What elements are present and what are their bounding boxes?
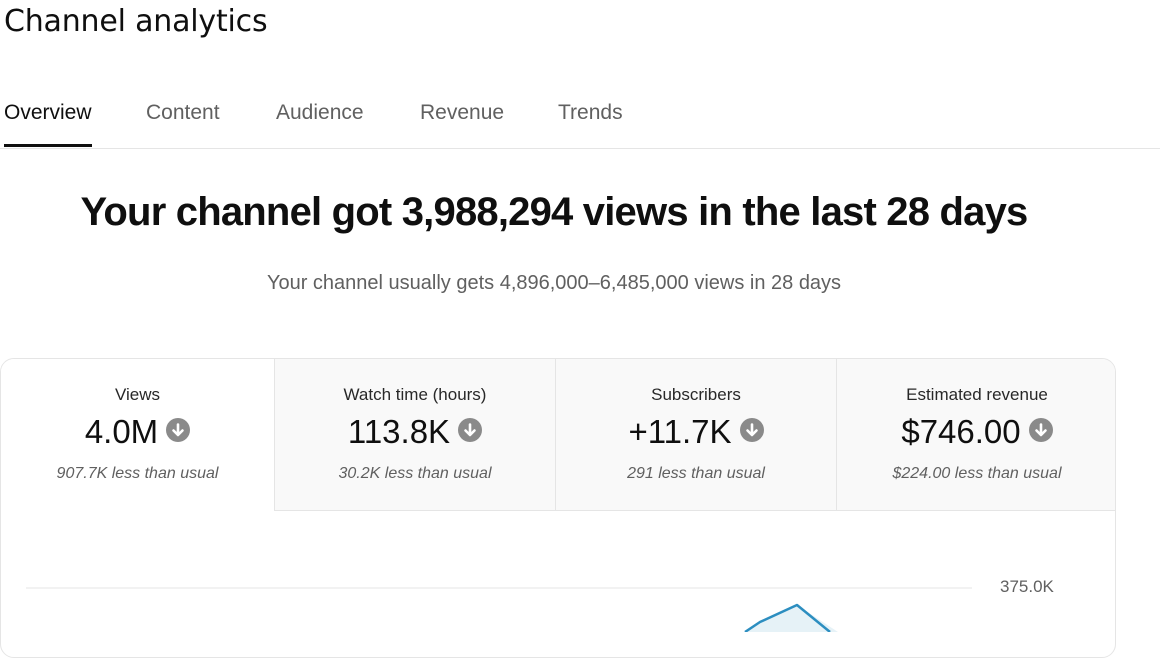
metric-label: Subscribers [651,385,741,404]
tab-audience[interactable]: Audience [276,96,364,146]
views-line-chart [26,587,972,632]
metric-label: Views [114,385,161,404]
metric-value: $746.00 [901,413,1021,450]
metric-card-watch-time[interactable]: Watch time (hours) 113.8K 30.2K less tha… [274,359,555,511]
metric-delta: $224.00 less than usual [892,465,1062,482]
arrow-down-circle-icon [166,418,191,442]
metric-value: +11.7K [628,413,732,450]
metric-delta: 30.2K less than usual [338,465,492,482]
metric-value: 113.8K [347,413,451,450]
tab-bar: Overview Content Audience Revenue Trends [0,96,1160,149]
arrow-down-circle-icon [1028,418,1053,442]
metric-card-subscribers[interactable]: Subscribers +11.7K 291 less than usual [555,359,836,511]
metric-label: Watch time (hours) [343,385,487,404]
metric-value: 4.0M [84,413,159,450]
metric-card-estimated-revenue[interactable]: Estimated revenue $746.00 $224.00 less t… [836,359,1115,511]
views-headline: Your channel got 3,988,294 views in the … [80,190,1029,234]
arrow-down-circle-icon [458,418,483,442]
views-typical-range: Your channel usually gets 4,896,000–6,48… [266,272,842,294]
metric-label: Estimated revenue [906,385,1048,404]
metric-delta: 291 less than usual [627,465,765,482]
page-title: Channel analytics [4,4,268,39]
chart-y-tick-label: 375.0K [1000,577,1054,596]
metric-delta: 907.7K less than usual [56,465,219,482]
tab-trends[interactable]: Trends [558,96,623,146]
tab-content[interactable]: Content [146,96,220,146]
tab-overview[interactable]: Overview [4,96,92,147]
arrow-down-circle-icon [739,418,764,442]
metric-card-views[interactable]: Views 4.0M 907.7K less than usual [1,359,274,511]
tab-revenue[interactable]: Revenue [420,96,504,146]
